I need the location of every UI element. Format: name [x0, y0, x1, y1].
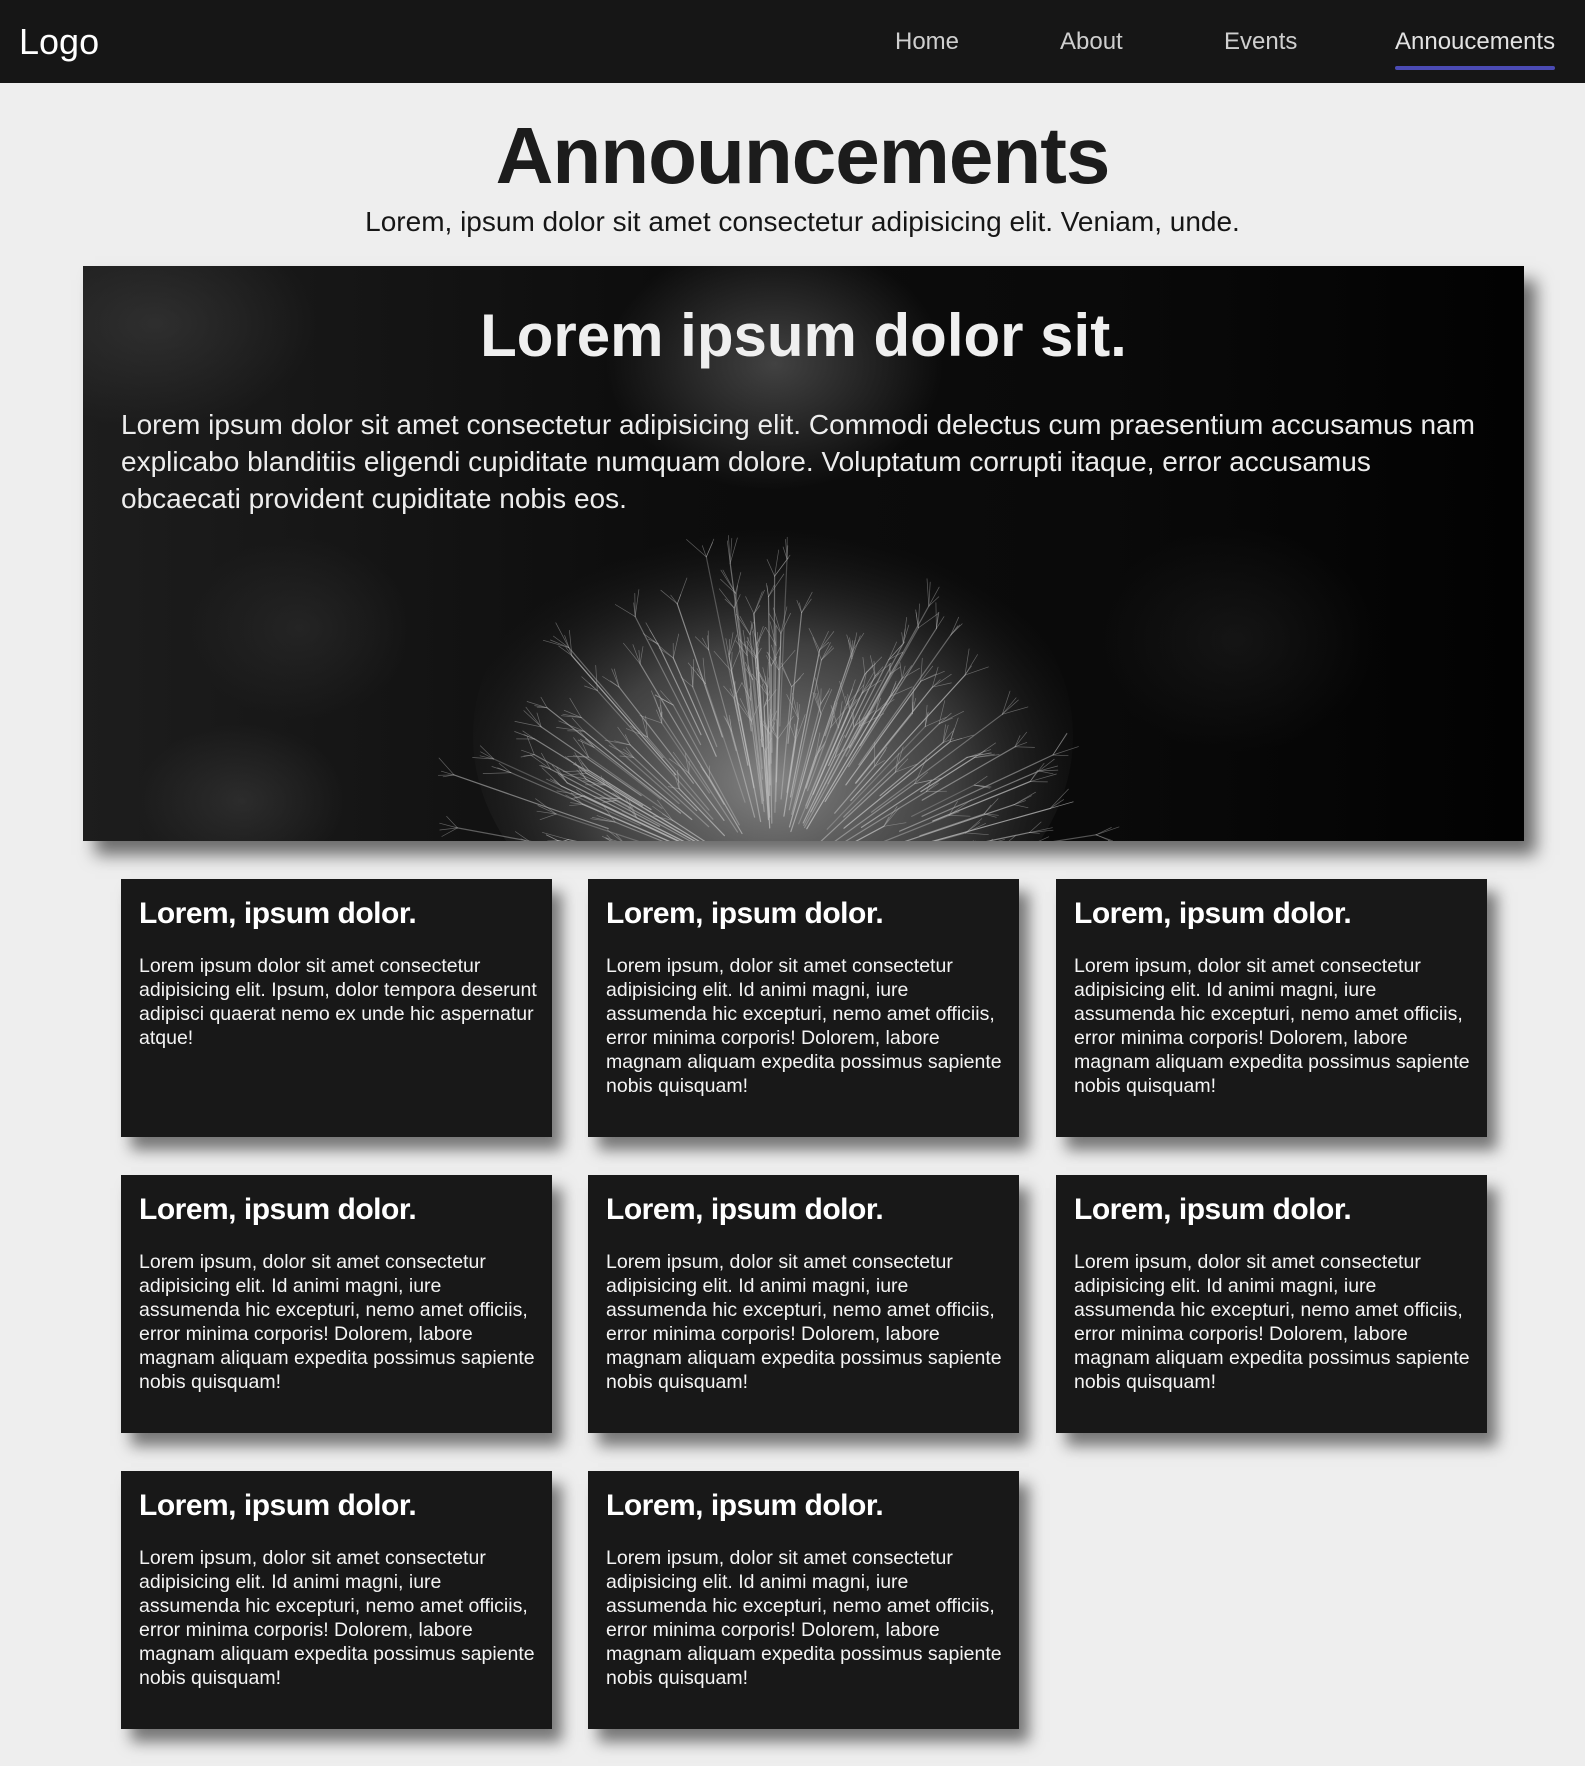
announcement-card[interactable]: Lorem, ipsum dolor. Lorem ipsum, dolor s…	[588, 1471, 1019, 1729]
card-text: Lorem ipsum dolor sit amet consectetur a…	[139, 955, 537, 1049]
announcement-card[interactable]: Lorem, ipsum dolor. Lorem ipsum, dolor s…	[588, 1175, 1019, 1433]
top-navbar: Logo Home About Events Annoucements	[0, 0, 1585, 83]
card-text: Lorem ipsum, dolor sit amet consectetur …	[139, 1547, 535, 1689]
card-text: Lorem ipsum, dolor sit amet consectetur …	[1074, 955, 1470, 1097]
page-subtitle: Lorem, ipsum dolor sit amet consectetur …	[365, 206, 1240, 237]
nav-link-about[interactable]: About	[1060, 28, 1123, 56]
page-title: Announcements	[495, 111, 1111, 200]
hero-banner: Lorem ipsum dolor sit. Lorem ipsum dolor…	[83, 266, 1524, 841]
card-title: Lorem, ipsum dolor.	[139, 897, 417, 930]
announcement-card[interactable]: Lorem, ipsum dolor. Lorem ipsum dolor si…	[121, 879, 552, 1137]
card-text: Lorem ipsum, dolor sit amet consectetur …	[606, 955, 1002, 1097]
card-text: Lorem ipsum, dolor sit amet consectetur …	[606, 1251, 1002, 1393]
active-nav-underline	[1395, 66, 1556, 70]
hero-text: Lorem ipsum dolor sit amet consectetur a…	[121, 409, 1475, 514]
announcement-card[interactable]: Lorem, ipsum dolor. Lorem ipsum, dolor s…	[121, 1175, 552, 1433]
announcement-card[interactable]: Lorem, ipsum dolor. Lorem ipsum, dolor s…	[121, 1471, 552, 1729]
card-title: Lorem, ipsum dolor.	[1074, 897, 1352, 930]
card-title: Lorem, ipsum dolor.	[606, 1489, 884, 1522]
card-text: Lorem ipsum, dolor sit amet consectetur …	[1074, 1251, 1470, 1393]
card-text: Lorem ipsum, dolor sit amet consectetur …	[139, 1251, 535, 1393]
hero-title: Lorem ipsum dolor sit.	[480, 302, 1127, 369]
card-text: Lorem ipsum, dolor sit amet consectetur …	[606, 1547, 1002, 1689]
card-title: Lorem, ipsum dolor.	[1074, 1193, 1352, 1226]
card-title: Lorem, ipsum dolor.	[606, 1193, 884, 1226]
card-title: Lorem, ipsum dolor.	[606, 897, 884, 930]
logo[interactable]: Logo	[19, 20, 99, 64]
card-title: Lorem, ipsum dolor.	[139, 1489, 417, 1522]
announcement-card[interactable]: Lorem, ipsum dolor. Lorem ipsum, dolor s…	[588, 879, 1019, 1137]
announcement-card[interactable]: Lorem, ipsum dolor. Lorem ipsum, dolor s…	[1056, 1175, 1487, 1433]
nav-link-home[interactable]: Home	[895, 28, 959, 56]
nav-link-events[interactable]: Events	[1224, 28, 1297, 56]
nav-link-announcements[interactable]: Annoucements	[1395, 28, 1556, 70]
card-title: Lorem, ipsum dolor.	[139, 1193, 417, 1226]
announcement-card[interactable]: Lorem, ipsum dolor. Lorem ipsum, dolor s…	[1056, 879, 1487, 1137]
nav-link-announcements-label: Annoucements	[1395, 28, 1556, 55]
